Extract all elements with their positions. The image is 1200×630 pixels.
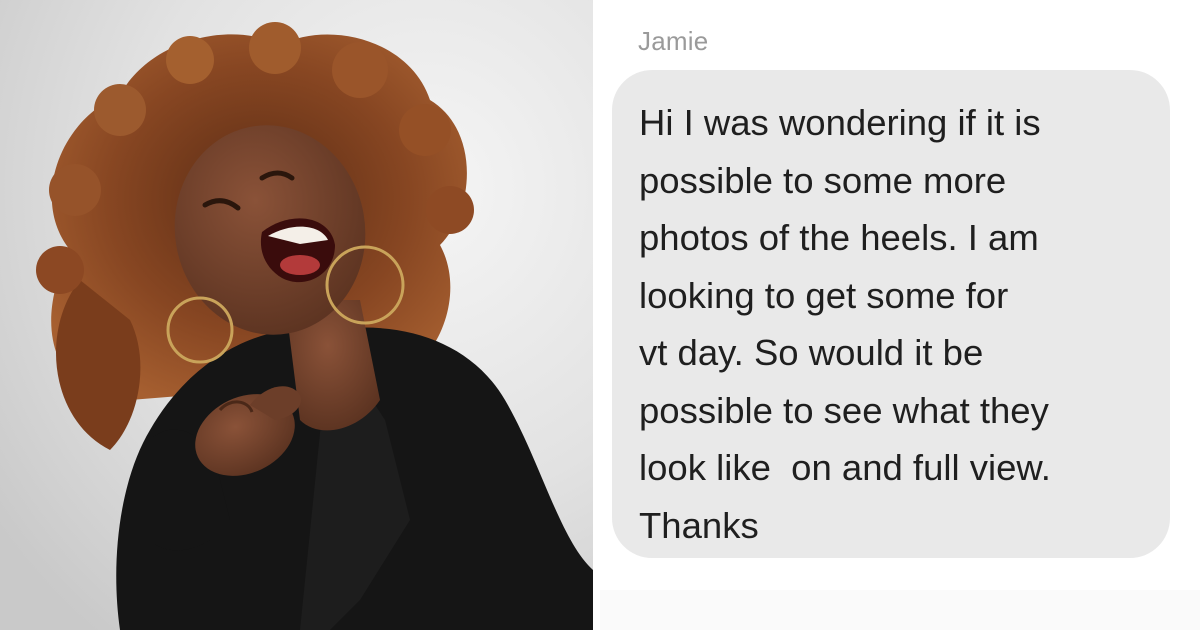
chat-footer-strip xyxy=(600,590,1200,630)
laughing-woman-illustration xyxy=(0,0,593,630)
message-line: possible to some more xyxy=(639,159,1007,201)
panel-divider xyxy=(593,0,600,630)
message-line: Thanks xyxy=(639,504,759,546)
message-line: vt day. So would it be xyxy=(639,332,984,373)
message-bubble: Hi I was wondering if it is possible to … xyxy=(612,70,1170,558)
chat-screenshot-panel: Jamie Hi I was wondering if it is possib… xyxy=(600,0,1200,630)
message-line: possible to see what they xyxy=(639,389,1049,431)
message-line: photos of the heels. I am xyxy=(639,217,1039,258)
sender-name: Jamie xyxy=(638,26,709,56)
screenshot-root: Jamie Hi I was wondering if it is possib… xyxy=(0,0,1200,630)
message-line: look like on and full view. xyxy=(639,447,1051,488)
message-line: Hi I was wondering if it is xyxy=(639,102,1041,143)
message-line: looking to get some for xyxy=(639,274,1009,316)
laughing-woman-photo xyxy=(0,0,593,630)
